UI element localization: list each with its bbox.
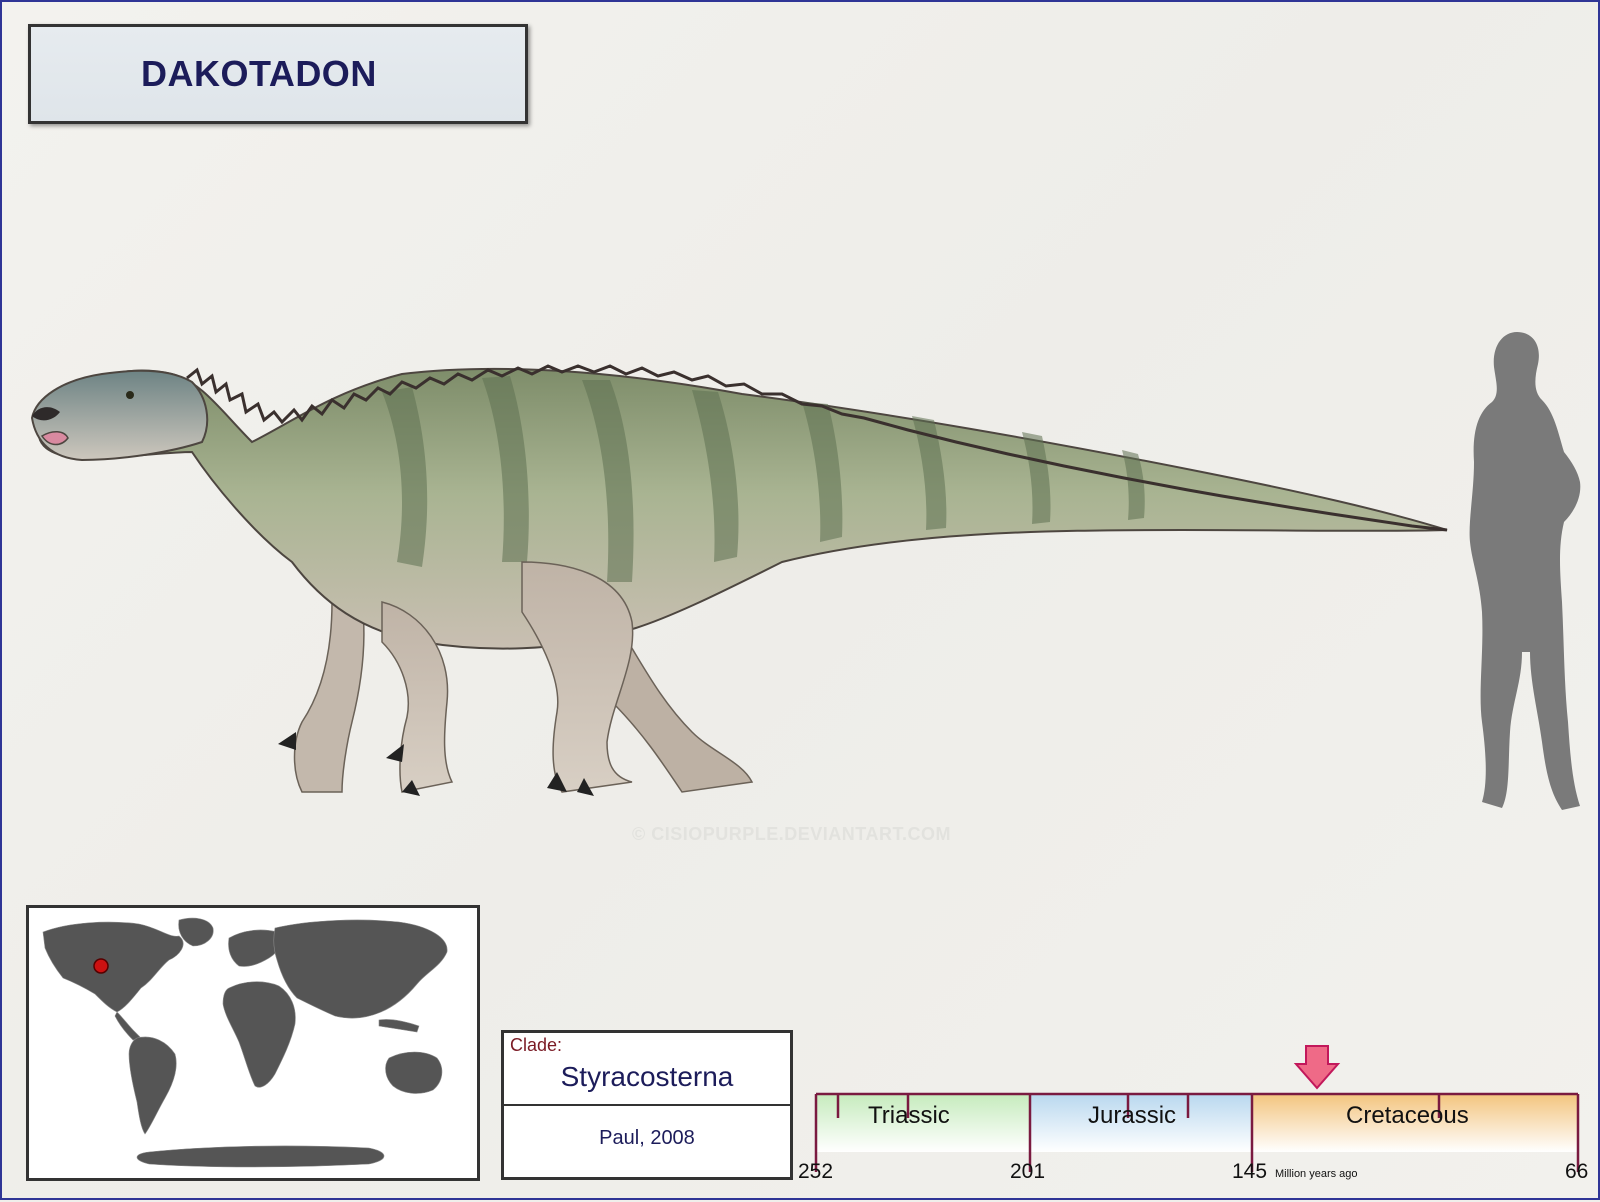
- time-indicator-arrow: [1293, 1045, 1341, 1090]
- far-front-leg: [293, 601, 365, 793]
- dinosaur-illustration: [30, 332, 1581, 810]
- tick-label-201: 201: [1010, 1160, 1046, 1183]
- poster-frame: DAKOTADON © CISIOPURPLE.DEVIANTART.COM C…: [0, 0, 1600, 1200]
- eye: [126, 391, 134, 399]
- timeline-unit: Million years ago: [1275, 1168, 1358, 1180]
- human-silhouette: [1469, 332, 1581, 810]
- period-cretaceous-label: Cretaceous: [1346, 1102, 1469, 1129]
- clade-label: Clade:: [510, 1035, 563, 1055]
- clade-name: Styracosterna: [560, 1061, 734, 1092]
- clade-author: Paul, 2008: [599, 1127, 695, 1149]
- tick-label-145: 145: [1232, 1160, 1268, 1183]
- location-marker: [93, 958, 109, 974]
- dinosaur-head: [30, 369, 209, 462]
- watermark: © CISIOPURPLE.DEVIANTART.COM: [632, 824, 951, 844]
- near-hind-leg: [521, 561, 634, 796]
- period-triassic-label: Triassic: [868, 1102, 950, 1129]
- clade-divider: [504, 1104, 790, 1106]
- world-map-icon: [29, 908, 477, 1178]
- geologic-timeline: Triassic Jurassic Cretaceous 252 201 145…: [798, 1042, 1592, 1202]
- clade-panel: Clade: Styracosterna Paul, 2008: [501, 1030, 793, 1180]
- tick-label-252: 252: [798, 1160, 834, 1183]
- range-map: [26, 905, 480, 1181]
- period-jurassic-label: Jurassic: [1088, 1102, 1177, 1129]
- tick-label-66: 66: [1565, 1160, 1589, 1183]
